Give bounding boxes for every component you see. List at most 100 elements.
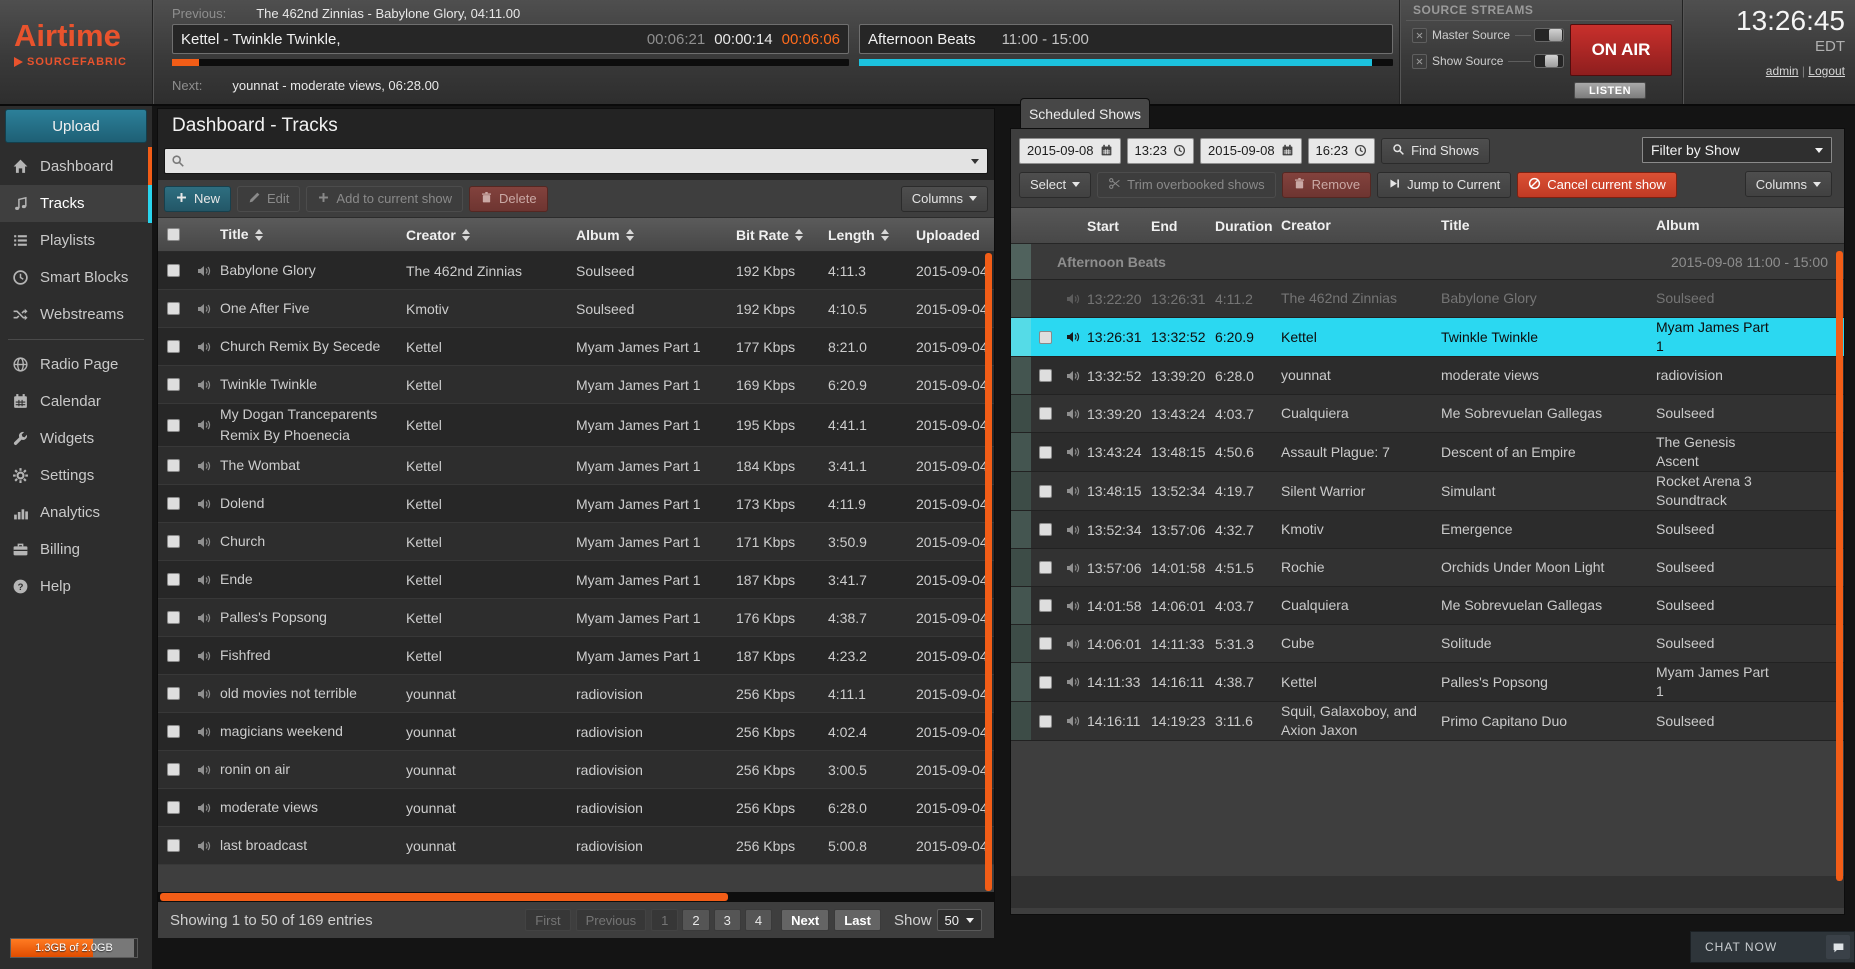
- filter-by-show-select[interactable]: Filter by Show: [1642, 137, 1832, 163]
- horizontal-scrollbar-thumb[interactable]: [160, 893, 728, 901]
- row-checkbox[interactable]: [1039, 676, 1052, 689]
- row-checkbox[interactable]: [167, 801, 180, 814]
- speaker-icon[interactable]: [1065, 406, 1081, 422]
- column-header-end[interactable]: End: [1151, 218, 1215, 234]
- row-checkbox[interactable]: [167, 264, 180, 277]
- speaker-icon[interactable]: [196, 762, 212, 778]
- sidebar-item-webstreams[interactable]: Webstreams: [0, 296, 152, 333]
- pagination-page-2[interactable]: 2: [682, 909, 709, 931]
- row-checkbox[interactable]: [167, 378, 180, 391]
- pagination-next-button[interactable]: Next: [781, 909, 829, 931]
- find-shows-button[interactable]: Find Shows: [1381, 138, 1490, 164]
- table-row[interactable]: Church Remix By SecedeKettelMyam James P…: [158, 328, 994, 366]
- sidebar-item-smart-blocks[interactable]: Smart Blocks: [0, 259, 152, 296]
- row-checkbox[interactable]: [1039, 561, 1052, 574]
- row-checkbox[interactable]: [167, 535, 180, 548]
- row-checkbox[interactable]: [167, 763, 180, 776]
- row-checkbox[interactable]: [167, 302, 180, 315]
- user-link[interactable]: admin: [1766, 64, 1799, 78]
- speaker-icon[interactable]: [196, 800, 212, 816]
- library-columns-button[interactable]: Columns: [901, 186, 988, 212]
- pagination-last-button[interactable]: Last: [834, 909, 881, 931]
- table-row[interactable]: FishfredKettelMyam James Part 1187 Kbps4…: [158, 637, 994, 675]
- speaker-icon[interactable]: [1065, 444, 1081, 460]
- table-row[interactable]: EndeKettelMyam James Part 1187 Kbps3:41.…: [158, 561, 994, 599]
- master-source-toggle[interactable]: [1534, 28, 1564, 42]
- speaker-icon[interactable]: [196, 301, 212, 317]
- row-checkbox[interactable]: [167, 459, 180, 472]
- sidebar-item-radio-page[interactable]: Radio Page: [0, 346, 152, 383]
- table-row[interactable]: One After FiveKmotivSoulseed192 Kbps4:10…: [158, 290, 994, 328]
- speaker-icon[interactable]: [1065, 483, 1081, 499]
- column-header-duration[interactable]: Duration: [1215, 218, 1281, 234]
- column-header-uploaded[interactable]: Uploaded: [916, 227, 994, 243]
- search-box[interactable]: [164, 148, 988, 174]
- tab-scheduled-shows[interactable]: Scheduled Shows: [1020, 98, 1150, 128]
- horizontal-scrollbar[interactable]: [158, 892, 994, 902]
- speaker-icon[interactable]: [1065, 598, 1081, 614]
- table-row[interactable]: Palles's PopsongKettelMyam James Part 11…: [158, 599, 994, 637]
- speaker-icon[interactable]: [196, 648, 212, 664]
- show-source-toggle[interactable]: [1534, 54, 1564, 68]
- schedule-row-played[interactable]: 13:22:2013:26:314:11.2The 462nd ZinniasB…: [1011, 280, 1844, 318]
- pagination-page-4[interactable]: 4: [745, 909, 772, 931]
- speaker-icon[interactable]: [196, 417, 212, 433]
- show-source-disconnect-icon[interactable]: [1412, 54, 1427, 69]
- column-header-album[interactable]: Album: [1656, 216, 1844, 235]
- chat-now-bar[interactable]: CHAT NOW: [1690, 931, 1855, 963]
- schedule-row[interactable]: 13:39:2013:43:244:03.7CualquieraMe Sobre…: [1011, 395, 1844, 433]
- end-time-input[interactable]: 16:23: [1308, 138, 1376, 164]
- schedule-row[interactable]: 13:57:0614:01:584:51.5RochieOrchids Unde…: [1011, 549, 1844, 587]
- speaker-icon[interactable]: [1065, 291, 1081, 307]
- schedule-row[interactable]: 14:11:3314:16:114:38.7KettelPalles's Pop…: [1011, 663, 1844, 702]
- search-input[interactable]: [191, 149, 963, 173]
- remove-button[interactable]: Remove: [1282, 172, 1371, 198]
- table-row[interactable]: ronin on airyounnatradiovision256 Kbps3:…: [158, 751, 994, 789]
- row-checkbox[interactable]: [1039, 485, 1052, 498]
- row-checkbox[interactable]: [1039, 599, 1052, 612]
- speaker-icon[interactable]: [196, 458, 212, 474]
- vertical-scrollbar[interactable]: [1836, 251, 1843, 881]
- schedule-columns-button[interactable]: Columns: [1745, 171, 1832, 197]
- speaker-icon[interactable]: [1065, 329, 1081, 345]
- sort-icon[interactable]: [626, 229, 634, 241]
- schedule-row[interactable]: 13:32:5213:39:206:28.0younnatmoderate vi…: [1011, 357, 1844, 395]
- row-checkbox[interactable]: [167, 340, 180, 353]
- speaker-icon[interactable]: [1065, 674, 1081, 690]
- airtime-logo[interactable]: Airtime SOURCEFABRIC: [14, 18, 127, 68]
- sidebar-item-analytics[interactable]: Analytics: [0, 494, 152, 531]
- speaker-icon[interactable]: [196, 686, 212, 702]
- column-header-creator[interactable]: Creator: [1281, 216, 1441, 235]
- table-row[interactable]: Twinkle TwinkleKettelMyam James Part 116…: [158, 366, 994, 404]
- speaker-icon[interactable]: [1065, 713, 1081, 729]
- end-date-input[interactable]: 2015-09-08: [1200, 138, 1302, 164]
- speaker-icon[interactable]: [196, 610, 212, 626]
- pagination-page-3[interactable]: 3: [714, 909, 741, 931]
- row-checkbox[interactable]: [1039, 407, 1052, 420]
- table-row[interactable]: DolendKettelMyam James Part 1173 Kbps4:1…: [158, 485, 994, 523]
- delete-button[interactable]: Delete: [469, 186, 548, 212]
- edit-button[interactable]: Edit: [237, 186, 300, 212]
- speaker-icon[interactable]: [196, 724, 212, 740]
- start-time-input[interactable]: 13:23: [1127, 138, 1195, 164]
- row-checkbox[interactable]: [1039, 523, 1052, 536]
- pagination-first-button[interactable]: First: [525, 909, 570, 931]
- speaker-icon[interactable]: [1065, 368, 1081, 384]
- row-checkbox[interactable]: [1039, 369, 1052, 382]
- listen-button[interactable]: LISTEN: [1574, 82, 1646, 99]
- start-date-input[interactable]: 2015-09-08: [1019, 138, 1121, 164]
- sidebar-item-tracks[interactable]: Tracks: [0, 185, 152, 222]
- logout-link[interactable]: Logout: [1808, 64, 1845, 78]
- speaker-icon[interactable]: [196, 838, 212, 854]
- sort-icon[interactable]: [795, 229, 803, 241]
- column-header-start[interactable]: Start: [1087, 218, 1151, 234]
- column-header-title[interactable]: Title: [220, 224, 406, 245]
- row-checkbox[interactable]: [167, 611, 180, 624]
- sidebar-item-widgets[interactable]: Widgets: [0, 420, 152, 457]
- jump-to-current-button[interactable]: Jump to Current: [1377, 172, 1511, 198]
- row-checkbox[interactable]: [167, 687, 180, 700]
- schedule-row[interactable]: 13:48:1513:52:344:19.7Silent WarriorSimu…: [1011, 472, 1844, 511]
- row-checkbox[interactable]: [1039, 715, 1052, 728]
- column-header-length[interactable]: Length: [828, 227, 916, 243]
- speaker-icon[interactable]: [196, 377, 212, 393]
